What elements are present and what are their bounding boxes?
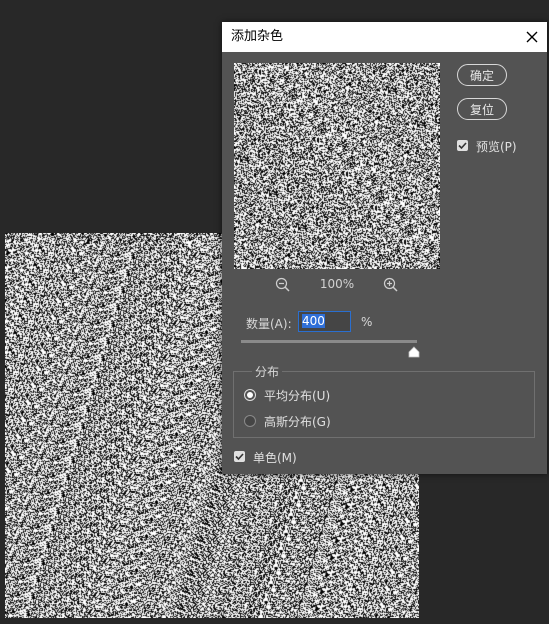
amount-unit: %	[361, 315, 373, 329]
monochromatic-checkbox[interactable]	[234, 451, 245, 462]
dialog-titlebar[interactable]: 添加杂色	[222, 22, 547, 52]
distribution-label: 分布	[252, 363, 283, 380]
preview-checkbox[interactable]	[457, 140, 468, 151]
zoom-in-button[interactable]	[382, 276, 400, 294]
ok-button[interactable]: 确定	[457, 64, 507, 86]
amount-label: 数量(A):	[246, 317, 292, 331]
preview-label[interactable]: 预览(P)	[476, 138, 517, 155]
zoom-in-icon	[383, 277, 398, 292]
checkmark-icon	[235, 453, 244, 461]
add-noise-dialog: 添加杂色 100% 确定 复位 预览(P) 数量(A): 400 % 分布 平均…	[222, 22, 547, 474]
monochromatic-label[interactable]: 单色(M)	[253, 449, 297, 466]
gaussian-radio-label[interactable]: 高斯分布(G)	[264, 413, 331, 430]
amount-input[interactable]: 400	[298, 311, 351, 332]
workspace: 添加杂色 100% 确定 复位 预览(P) 数量(A): 400 % 分布 平均…	[0, 0, 549, 624]
amount-slider-thumb[interactable]	[408, 343, 420, 358]
slider-thumb-icon	[408, 346, 420, 358]
zoom-out-button[interactable]	[274, 276, 292, 294]
zoom-level: 100%	[319, 277, 355, 291]
zoom-controls: 100%	[234, 276, 440, 294]
uniform-radio[interactable]	[244, 389, 256, 401]
dialog-title: 添加杂色	[231, 29, 284, 44]
checkmark-icon	[458, 142, 467, 150]
uniform-radio-label[interactable]: 平均分布(U)	[264, 387, 330, 404]
close-button[interactable]	[517, 22, 547, 52]
reset-button[interactable]: 复位	[457, 98, 507, 120]
close-icon	[526, 31, 538, 43]
amount-value: 400	[302, 314, 325, 328]
zoom-out-icon	[275, 277, 290, 292]
gaussian-radio[interactable]	[244, 415, 256, 427]
amount-slider-track[interactable]	[241, 340, 417, 343]
noise-preview[interactable]	[234, 63, 440, 269]
